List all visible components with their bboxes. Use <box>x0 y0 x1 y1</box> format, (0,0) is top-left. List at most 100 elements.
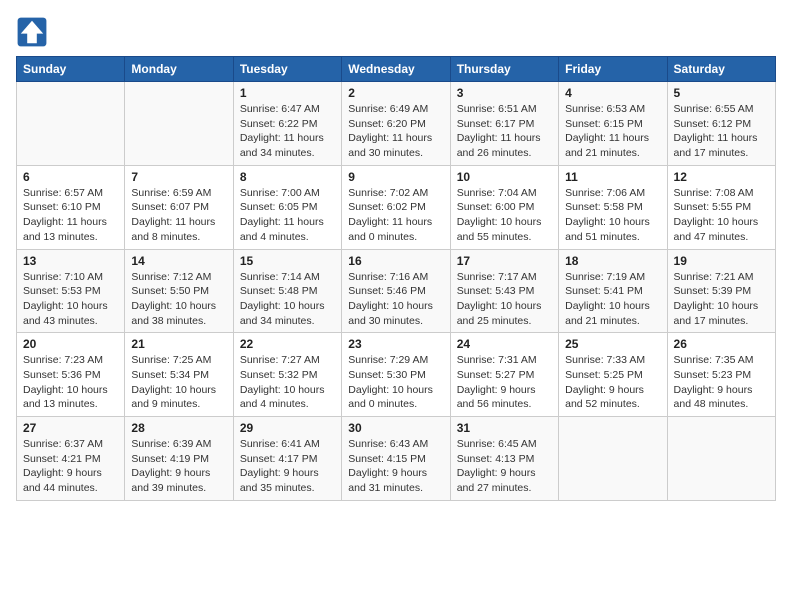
logo-icon <box>16 16 48 48</box>
day-info: Sunrise: 6:51 AM Sunset: 6:17 PM Dayligh… <box>457 102 552 161</box>
day-info: Sunrise: 6:43 AM Sunset: 4:15 PM Dayligh… <box>348 437 443 496</box>
day-info: Sunrise: 7:14 AM Sunset: 5:48 PM Dayligh… <box>240 270 335 329</box>
day-info: Sunrise: 7:17 AM Sunset: 5:43 PM Dayligh… <box>457 270 552 329</box>
calendar-cell: 22 Sunrise: 7:27 AM Sunset: 5:32 PM Dayli… <box>233 333 341 417</box>
calendar-cell: 10 Sunrise: 7:04 AM Sunset: 6:00 PM Dayli… <box>450 165 558 249</box>
day-info: Sunrise: 6:55 AM Sunset: 6:12 PM Dayligh… <box>674 102 769 161</box>
calendar-cell: 25Sunrise: 7:33 AM Sunset: 5:25 PM Dayli… <box>559 333 667 417</box>
day-info: Sunrise: 6:39 AM Sunset: 4:19 PM Dayligh… <box>131 437 226 496</box>
header-cell-monday: Monday <box>125 57 233 82</box>
day-number: 18 <box>565 254 660 268</box>
day-info: Sunrise: 7:10 AM Sunset: 5:53 PM Dayligh… <box>23 270 118 329</box>
day-number: 15 <box>240 254 335 268</box>
day-number: 21 <box>131 337 226 351</box>
calendar-cell: 19Sunrise: 7:21 AM Sunset: 5:39 PM Dayli… <box>667 249 775 333</box>
day-number: 30 <box>348 421 443 435</box>
calendar-cell: 23 Sunrise: 7:29 AM Sunset: 5:30 PM Dayli… <box>342 333 450 417</box>
day-info: Sunrise: 7:29 AM Sunset: 5:30 PM Dayligh… <box>348 353 443 412</box>
calendar-cell: 4 Sunrise: 6:53 AM Sunset: 6:15 PM Daylig… <box>559 82 667 166</box>
day-info: Sunrise: 7:08 AM Sunset: 5:55 PM Dayligh… <box>674 186 769 245</box>
day-number: 23 <box>348 337 443 351</box>
calendar-cell: 6Sunrise: 6:57 AM Sunset: 6:10 PM Daylig… <box>17 165 125 249</box>
calendar-week-4: 20Sunrise: 7:23 AM Sunset: 5:36 PM Dayli… <box>17 333 776 417</box>
day-number: 13 <box>23 254 118 268</box>
day-number: 22 <box>240 337 335 351</box>
calendar-week-1: 1 Sunrise: 6:47 AM Sunset: 6:22 PM Daylig… <box>17 82 776 166</box>
calendar-cell: 29Sunrise: 6:41 AM Sunset: 4:17 PM Dayli… <box>233 417 341 501</box>
calendar-cell: 15 Sunrise: 7:14 AM Sunset: 5:48 PM Dayli… <box>233 249 341 333</box>
day-number: 5 <box>674 86 769 100</box>
calendar-cell <box>125 82 233 166</box>
calendar-cell: 9 Sunrise: 7:02 AM Sunset: 6:02 PM Daylig… <box>342 165 450 249</box>
calendar-table: SundayMondayTuesdayWednesdayThursdayFrid… <box>16 56 776 501</box>
day-number: 17 <box>457 254 552 268</box>
day-info: Sunrise: 6:53 AM Sunset: 6:15 PM Dayligh… <box>565 102 660 161</box>
calendar-cell <box>17 82 125 166</box>
header-row: SundayMondayTuesdayWednesdayThursdayFrid… <box>17 57 776 82</box>
calendar-cell: 7 Sunrise: 6:59 AM Sunset: 6:07 PM Daylig… <box>125 165 233 249</box>
logo <box>16 16 52 48</box>
day-number: 4 <box>565 86 660 100</box>
calendar-cell: 24 Sunrise: 7:31 AM Sunset: 5:27 PM Dayli… <box>450 333 558 417</box>
day-number: 7 <box>131 170 226 184</box>
calendar-cell: 26 Sunrise: 7:35 AM Sunset: 5:23 PM Dayli… <box>667 333 775 417</box>
day-number: 24 <box>457 337 552 351</box>
day-info: Sunrise: 7:27 AM Sunset: 5:32 PM Dayligh… <box>240 353 335 412</box>
day-number: 14 <box>131 254 226 268</box>
calendar-body: 1 Sunrise: 6:47 AM Sunset: 6:22 PM Daylig… <box>17 82 776 501</box>
calendar-week-5: 27Sunrise: 6:37 AM Sunset: 4:21 PM Dayli… <box>17 417 776 501</box>
calendar-cell: 17 Sunrise: 7:17 AM Sunset: 5:43 PM Dayli… <box>450 249 558 333</box>
day-number: 31 <box>457 421 552 435</box>
calendar-cell: 14 Sunrise: 7:12 AM Sunset: 5:50 PM Dayli… <box>125 249 233 333</box>
calendar-cell: 13 Sunrise: 7:10 AM Sunset: 5:53 PM Dayli… <box>17 249 125 333</box>
calendar-cell: 18 Sunrise: 7:19 AM Sunset: 5:41 PM Dayli… <box>559 249 667 333</box>
day-info: Sunrise: 7:12 AM Sunset: 5:50 PM Dayligh… <box>131 270 226 329</box>
day-number: 8 <box>240 170 335 184</box>
day-number: 11 <box>565 170 660 184</box>
calendar-header: SundayMondayTuesdayWednesdayThursdayFrid… <box>17 57 776 82</box>
day-number: 28 <box>131 421 226 435</box>
page-header <box>16 16 776 48</box>
day-info: Sunrise: 6:57 AM Sunset: 6:10 PM Dayligh… <box>23 186 118 245</box>
calendar-cell: 5 Sunrise: 6:55 AM Sunset: 6:12 PM Daylig… <box>667 82 775 166</box>
day-number: 10 <box>457 170 552 184</box>
day-number: 20 <box>23 337 118 351</box>
day-info: Sunrise: 7:19 AM Sunset: 5:41 PM Dayligh… <box>565 270 660 329</box>
calendar-cell: 8 Sunrise: 7:00 AM Sunset: 6:05 PM Daylig… <box>233 165 341 249</box>
calendar-cell <box>559 417 667 501</box>
day-info: Sunrise: 7:02 AM Sunset: 6:02 PM Dayligh… <box>348 186 443 245</box>
header-cell-friday: Friday <box>559 57 667 82</box>
header-cell-tuesday: Tuesday <box>233 57 341 82</box>
header-cell-thursday: Thursday <box>450 57 558 82</box>
day-info: Sunrise: 7:25 AM Sunset: 5:34 PM Dayligh… <box>131 353 226 412</box>
calendar-week-3: 13 Sunrise: 7:10 AM Sunset: 5:53 PM Dayli… <box>17 249 776 333</box>
header-cell-sunday: Sunday <box>17 57 125 82</box>
day-info: Sunrise: 6:47 AM Sunset: 6:22 PM Dayligh… <box>240 102 335 161</box>
calendar-cell: 31Sunrise: 6:45 AM Sunset: 4:13 PM Dayli… <box>450 417 558 501</box>
calendar-cell: 21 Sunrise: 7:25 AM Sunset: 5:34 PM Dayli… <box>125 333 233 417</box>
day-info: Sunrise: 7:21 AM Sunset: 5:39 PM Dayligh… <box>674 270 769 329</box>
calendar-cell: 1 Sunrise: 6:47 AM Sunset: 6:22 PM Daylig… <box>233 82 341 166</box>
calendar-cell: 11 Sunrise: 7:06 AM Sunset: 5:58 PM Dayli… <box>559 165 667 249</box>
day-info: Sunrise: 7:00 AM Sunset: 6:05 PM Dayligh… <box>240 186 335 245</box>
day-info: Sunrise: 6:37 AM Sunset: 4:21 PM Dayligh… <box>23 437 118 496</box>
calendar-cell: 20Sunrise: 7:23 AM Sunset: 5:36 PM Dayli… <box>17 333 125 417</box>
day-info: Sunrise: 7:35 AM Sunset: 5:23 PM Dayligh… <box>674 353 769 412</box>
calendar-cell: 27Sunrise: 6:37 AM Sunset: 4:21 PM Dayli… <box>17 417 125 501</box>
day-number: 25 <box>565 337 660 351</box>
day-number: 12 <box>674 170 769 184</box>
day-number: 3 <box>457 86 552 100</box>
day-number: 9 <box>348 170 443 184</box>
day-number: 1 <box>240 86 335 100</box>
day-info: Sunrise: 7:06 AM Sunset: 5:58 PM Dayligh… <box>565 186 660 245</box>
day-info: Sunrise: 6:59 AM Sunset: 6:07 PM Dayligh… <box>131 186 226 245</box>
day-info: Sunrise: 7:31 AM Sunset: 5:27 PM Dayligh… <box>457 353 552 412</box>
day-info: Sunrise: 7:04 AM Sunset: 6:00 PM Dayligh… <box>457 186 552 245</box>
day-number: 2 <box>348 86 443 100</box>
day-number: 29 <box>240 421 335 435</box>
calendar-cell: 30 Sunrise: 6:43 AM Sunset: 4:15 PM Dayli… <box>342 417 450 501</box>
header-cell-wednesday: Wednesday <box>342 57 450 82</box>
calendar-week-2: 6Sunrise: 6:57 AM Sunset: 6:10 PM Daylig… <box>17 165 776 249</box>
day-number: 26 <box>674 337 769 351</box>
day-info: Sunrise: 7:16 AM Sunset: 5:46 PM Dayligh… <box>348 270 443 329</box>
